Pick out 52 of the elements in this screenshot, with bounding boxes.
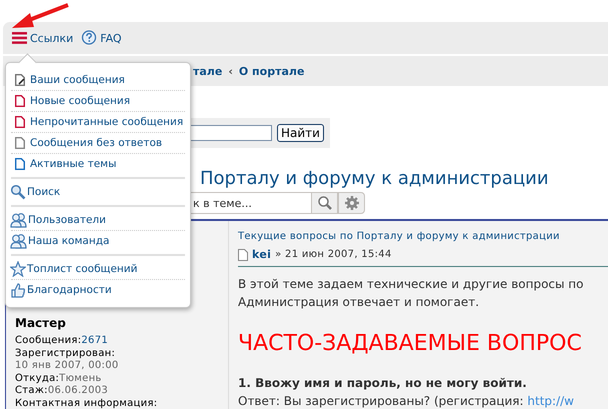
post-heading: ЧАСТО-ЗАДАВАЕМЫЕ ВОПРОС bbox=[238, 330, 583, 358]
answer-text: Ответ: Вы зарегистрированы? (регистрация: bbox=[238, 394, 524, 408]
post-text: Администрация отвечает и помогает. bbox=[238, 294, 480, 311]
menu-item[interactable]: Непрочитанные сообщения bbox=[11, 112, 185, 133]
document-icon bbox=[15, 116, 25, 128]
breadcrumb-link[interactable]: О портале bbox=[238, 64, 304, 78]
document-icon bbox=[15, 95, 25, 107]
people-icon bbox=[10, 233, 27, 249]
menu-item[interactable]: Сообщения без ответов bbox=[11, 133, 185, 154]
edited-document-icon bbox=[15, 74, 25, 86]
post-date: » 21 июн 2007, 15:44 bbox=[275, 249, 392, 260]
post-count-link[interactable]: 2671 bbox=[81, 335, 108, 346]
search-button[interactable]: Найти bbox=[277, 124, 324, 142]
gear-icon bbox=[344, 195, 360, 211]
settings-button[interactable] bbox=[338, 192, 365, 214]
profile-label: Сообщения: bbox=[15, 335, 82, 346]
menu-item[interactable]: Наша команда bbox=[11, 231, 185, 251]
search-icon bbox=[10, 184, 26, 200]
links-menu-link[interactable]: Ссылки bbox=[12, 32, 74, 44]
menu-item[interactable]: Ваши сообщения bbox=[11, 70, 185, 91]
search-icon bbox=[316, 195, 332, 211]
menu-item[interactable]: Благодарности bbox=[11, 280, 185, 300]
profile-value: 10 янв 2007, 00:00 bbox=[15, 360, 119, 371]
question-text: 1. Ввожу имя и пароль, но не могу войти. bbox=[238, 375, 528, 392]
menu-item[interactable]: Активные темы bbox=[11, 154, 185, 174]
menu-item[interactable]: Топлист сообщений bbox=[11, 259, 185, 280]
star-icon bbox=[10, 261, 26, 277]
menu-icon bbox=[12, 32, 27, 44]
help-icon bbox=[81, 30, 98, 46]
document-icon bbox=[238, 248, 248, 260]
people-icon bbox=[10, 212, 27, 228]
search-button[interactable] bbox=[311, 192, 338, 214]
menu-item[interactable]: Новые сообщения bbox=[11, 91, 185, 112]
profile-label: Контактная информация: bbox=[15, 398, 158, 408]
thumbs-up-icon bbox=[10, 282, 26, 298]
breadcrumb-link[interactable]: тале bbox=[193, 64, 222, 78]
breadcrumb-separator: ‹ bbox=[228, 64, 233, 78]
document-icon bbox=[15, 158, 25, 170]
post-text: В этой теме задаем технические и другие вопросы по bbox=[238, 276, 584, 293]
user-rank: Мастер bbox=[15, 316, 67, 330]
faq-link[interactable]: FAQ bbox=[81, 30, 122, 46]
profile-label: Откуда: bbox=[15, 372, 60, 384]
topic-title[interactable]: Порталу и форуму к администрации bbox=[200, 168, 608, 189]
menu-item[interactable]: Поиск bbox=[11, 182, 185, 202]
profile-label: Зарегистрирован: bbox=[15, 348, 116, 358]
topic-link[interactable]: Текущие вопросы по Порталу и форуму к администрации bbox=[238, 231, 560, 242]
profile-label: Стаж: bbox=[15, 385, 48, 396]
author-link[interactable]: kei bbox=[252, 248, 272, 261]
profile-value: Тюмень bbox=[59, 372, 102, 384]
profile-value: 06.06.2003 bbox=[48, 385, 108, 396]
menu-item[interactable]: Пользователи bbox=[11, 210, 185, 231]
document-icon bbox=[15, 137, 25, 149]
